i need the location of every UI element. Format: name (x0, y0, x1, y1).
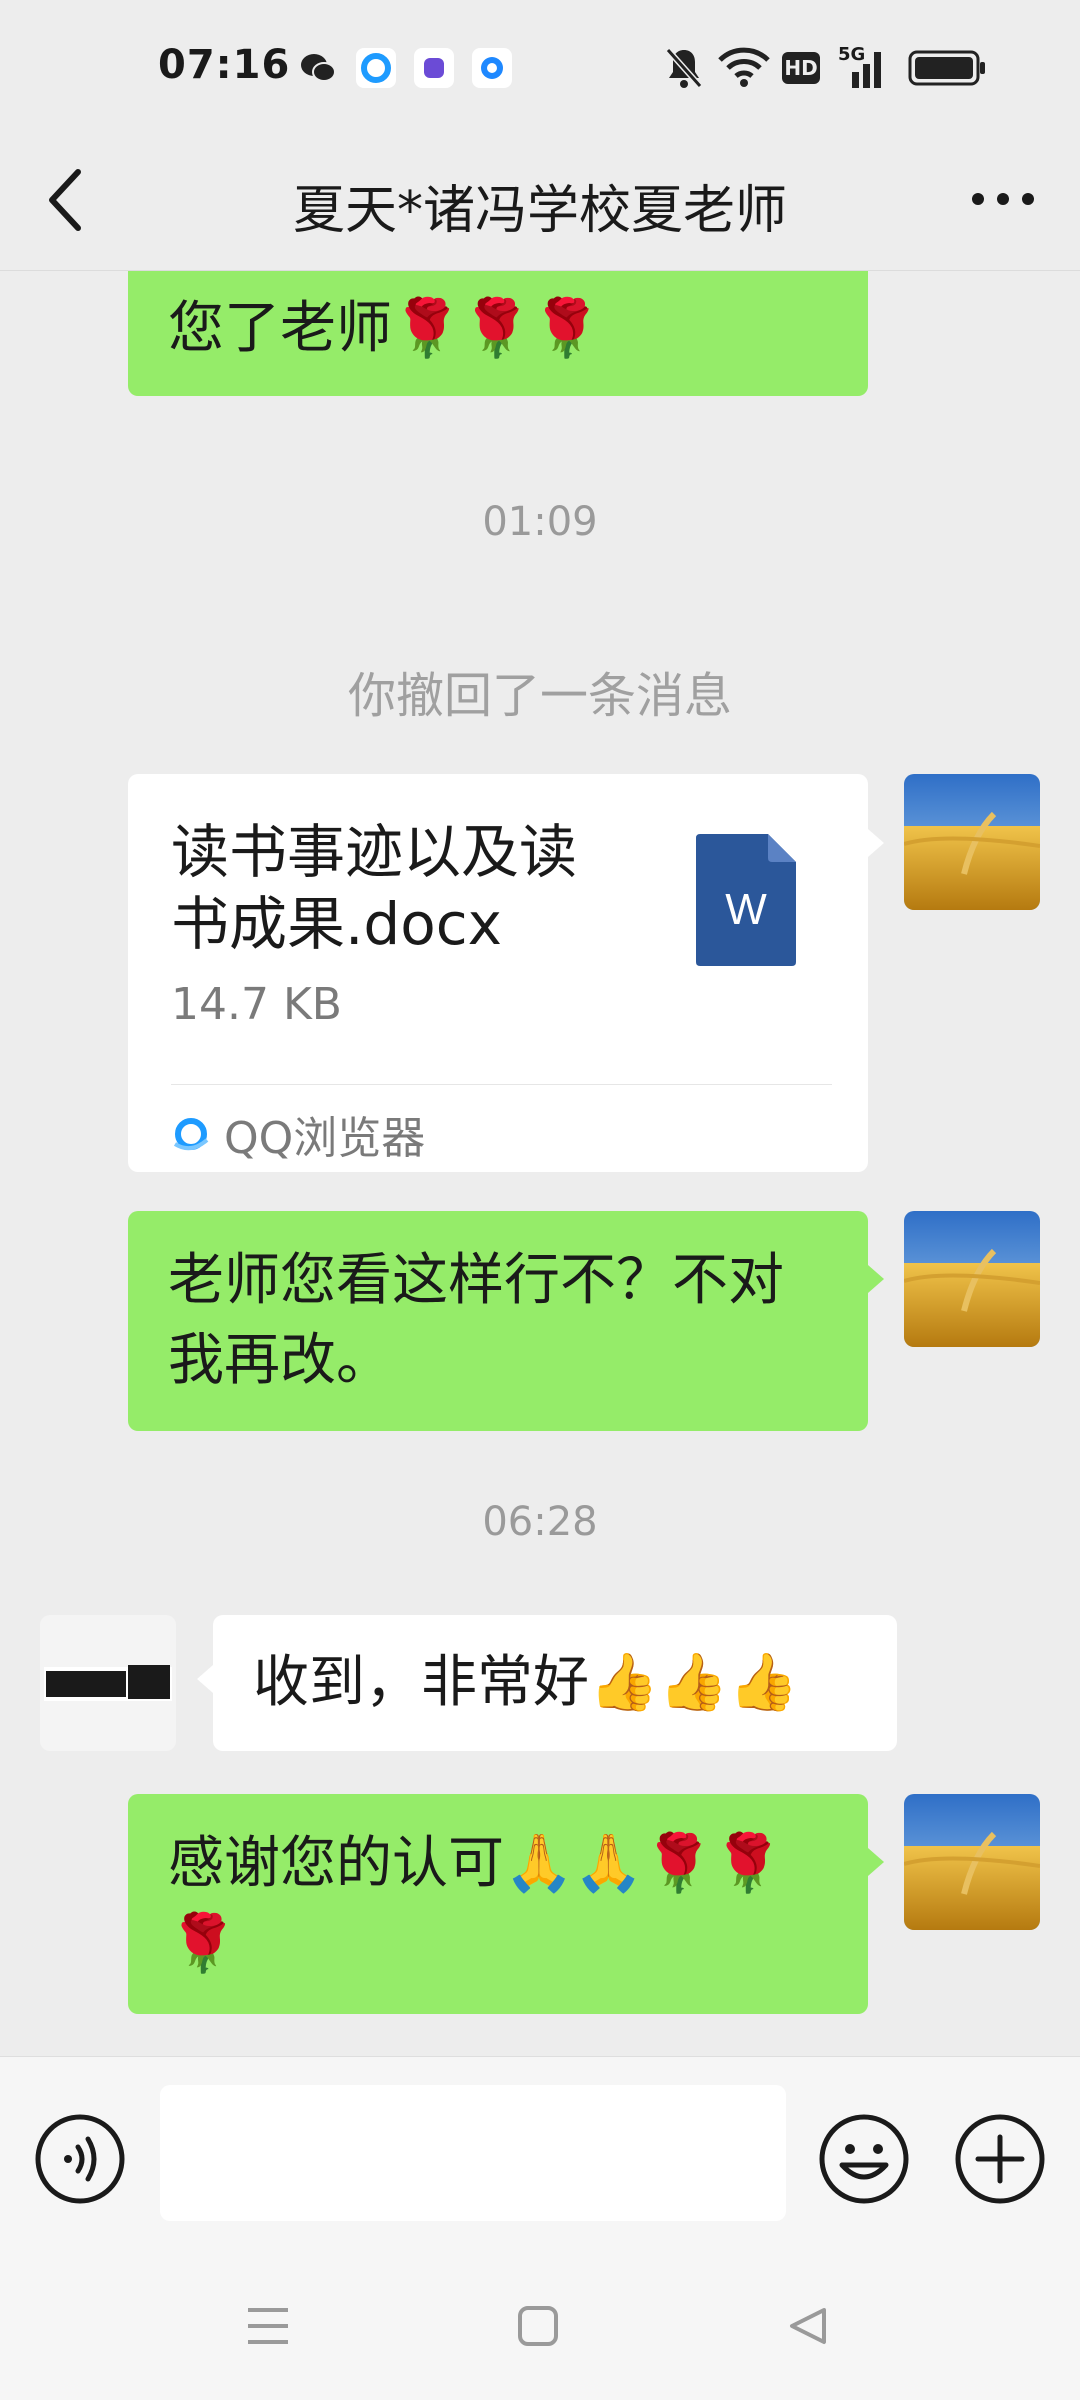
message-text: 您了老师🌹🌹🌹 (168, 296, 602, 361)
bubble-tail (197, 1665, 213, 1693)
message-sent-bubble[interactable]: 您了老师🌹🌹🌹 (128, 271, 868, 396)
contact-avatar[interactable] (40, 1615, 176, 1751)
chat-header: 夏天*诸冯学校夏老师 (0, 130, 1080, 271)
my-avatar[interactable] (904, 1211, 1040, 1347)
voice-icon[interactable] (34, 2113, 126, 2205)
wechat-icon (301, 54, 336, 82)
chat-messages[interactable]: 您了老师🌹🌹🌹 01:09 你撤回了一条消息 读书事迹以及读书成果.docx 1… (0, 271, 1080, 2056)
file-message-card[interactable]: 读书事迹以及读书成果.docx 14.7 KB W QQ浏览器 (128, 774, 868, 1172)
purple-app-icon (414, 48, 454, 88)
system-nav-bar (0, 2256, 1080, 2400)
wifi-icon (718, 47, 770, 87)
qq-browser-source-icon (173, 1118, 209, 1151)
message-received-bubble[interactable]: 收到，非常好👍👍👍 (213, 1615, 897, 1751)
blue-ring-app-icon (472, 48, 512, 88)
recall-notice: 你撤回了一条消息 (347, 668, 732, 724)
qq-browser-icon (356, 48, 396, 88)
bubble-tail (868, 1265, 884, 1293)
menu-icon[interactable] (246, 2304, 290, 2348)
bubble-tail (868, 1848, 884, 1876)
more-dots-icon[interactable] (968, 184, 1038, 214)
status-bar: 07:16 HD 5G (0, 0, 1080, 130)
emoji-icon[interactable] (818, 2113, 910, 2205)
timestamp: 06:28 (482, 1499, 598, 1545)
plus-icon[interactable] (954, 2113, 1046, 2205)
my-avatar[interactable] (904, 774, 1040, 910)
file-name: 读书事迹以及读书成果.docx (171, 818, 578, 958)
timestamp: 01:09 (482, 499, 598, 545)
message-text: 收到，非常好👍👍👍 (253, 1650, 799, 1715)
input-bar (0, 2056, 1080, 2257)
message-input[interactable] (160, 2085, 786, 2221)
status-time: 07:16 (158, 42, 291, 88)
mute-icon (665, 48, 703, 88)
divider (171, 1084, 832, 1085)
message-text: 老师您看这样行不？不对我再改。 (168, 1248, 784, 1393)
chat-title: 夏天*诸冯学校夏老师 (292, 181, 787, 241)
message-text: 感谢您的认可🙏🙏🌹🌹🌹 (168, 1831, 783, 1976)
word-document-icon: W (696, 834, 796, 966)
back-icon[interactable] (786, 2304, 830, 2348)
message-sent-bubble[interactable]: 感谢您的认可🙏🙏🌹🌹🌹 (128, 1794, 868, 2014)
battery-icon (908, 50, 985, 86)
my-avatar[interactable] (904, 1794, 1040, 1930)
signal-5g-icon (852, 52, 881, 88)
home-icon[interactable] (516, 2304, 560, 2348)
message-sent-bubble[interactable]: 老师您看这样行不？不对我再改。 (128, 1211, 868, 1431)
bubble-tail (868, 829, 884, 857)
hd-icon: HD (782, 52, 820, 84)
word-icon-letter: W (725, 885, 767, 934)
file-source: QQ浏览器 (224, 1113, 426, 1164)
file-size: 14.7 KB (171, 979, 342, 1030)
